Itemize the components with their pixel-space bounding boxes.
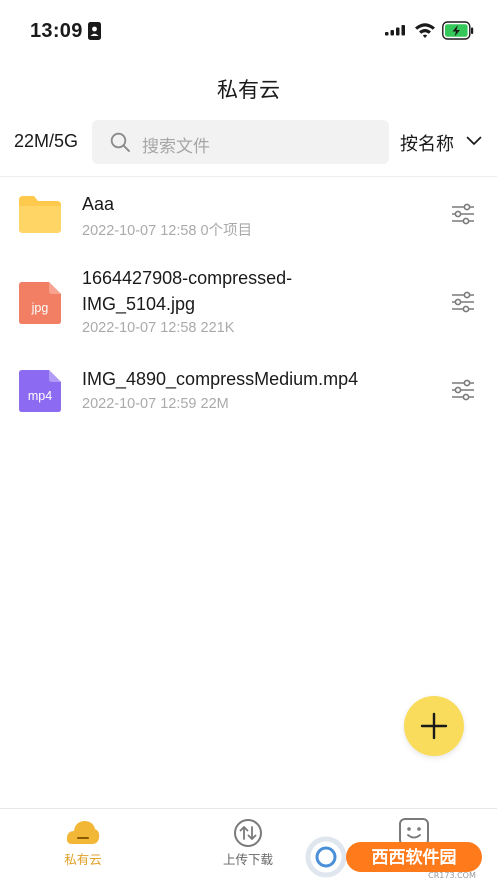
sliders-icon[interactable] — [450, 203, 476, 225]
cloud-icon — [66, 821, 100, 844]
chevron-down-icon[interactable] — [466, 136, 482, 146]
watermark-logo: 西西软件园 CR173.COM — [305, 836, 482, 880]
file-size: 221K — [200, 320, 235, 336]
contact-card-icon — [88, 22, 101, 40]
search-input[interactable]: 搜索文件 — [92, 120, 389, 164]
svg-text:西西软件园: 西西软件园 — [372, 847, 457, 868]
file-date: 2022-10-07 12:58 — [82, 320, 197, 336]
file-row[interactable]: mp4 IMG_4890_compressMedium.mp4 2022-10-… — [0, 362, 497, 422]
file-row[interactable]: Aaa 2022-10-07 12:58 0个项目 — [0, 186, 497, 246]
file-row[interactable]: jpg 1664427908-compressed- IMG_5104.jpg … — [0, 262, 497, 342]
file-date: 2022-10-07 12:58 — [82, 223, 197, 239]
file-date: 2022-10-07 12:59 — [82, 396, 197, 412]
status-time: 13:09 — [30, 20, 83, 42]
search-placeholder: 搜索文件 — [142, 137, 210, 156]
battery-charging-icon — [442, 21, 474, 40]
sliders-icon[interactable] — [450, 291, 476, 313]
file-name: Aaa — [82, 194, 115, 214]
search-icon — [110, 132, 130, 152]
status-bar: 13:09 — [0, 0, 497, 62]
mp4-icon-label: mp4 — [28, 389, 52, 403]
divider — [0, 176, 497, 177]
storage-usage: 22M/5G — [14, 131, 79, 151]
tab-label: 上传下载 — [222, 853, 273, 867]
wifi-icon — [415, 23, 435, 38]
file-name-line: 1664427908-compressed- — [82, 268, 293, 288]
page-title: 私有云 — [217, 79, 280, 102]
file-meta: 2022-10-07 12:59 22M — [82, 396, 233, 412]
svg-text:CR173.COM: CR173.COM — [428, 871, 476, 880]
file-meta: 2022-10-07 12:58 0个项目 — [82, 219, 256, 240]
jpg-icon-label: jpg — [31, 301, 49, 315]
file-name-line: IMG_5104.jpg — [82, 294, 196, 314]
file-meta: 2022-10-07 12:58 221K — [82, 320, 238, 336]
folder-icon — [19, 196, 61, 233]
file-name: IMG_4890_compressMedium.mp4 — [82, 369, 359, 389]
tab-label: 私有云 — [64, 853, 102, 867]
jpg-file-icon: jpg — [19, 282, 61, 324]
add-button[interactable] — [404, 696, 464, 756]
file-name: 1664427908-compressed- IMG_5104.jpg — [82, 265, 292, 317]
mp4-file-icon: mp4 — [19, 370, 61, 412]
sort-dropdown[interactable]: 按名称 — [400, 130, 454, 156]
sliders-icon[interactable] — [450, 379, 476, 401]
tab-transfers[interactable]: 上传下载 — [188, 809, 308, 883]
tab-private-cloud[interactable]: 私有云 — [23, 809, 143, 883]
cellular-signal-icon — [385, 25, 405, 36]
file-size: 0个项目 — [200, 223, 253, 239]
screen: 13:09 私有云 22M/5G 搜索文件 按名称 Aaa 2022-10-07… — [0, 0, 497, 883]
plus-icon — [420, 712, 448, 740]
file-size: 22M — [200, 396, 229, 412]
upload-download-icon — [234, 819, 262, 847]
